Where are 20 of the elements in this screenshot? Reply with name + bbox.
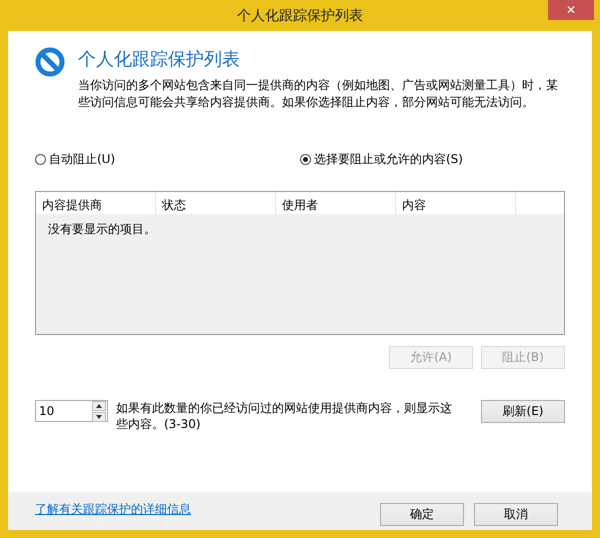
description-text: 当你访问的多个网站包含来自同一提供商的内容（例如地图、广告或网站测量工具）时，某些访问信息可能会共享给内容提供商。如果你选择阻止内容，部分网站可能无法访问。 [78, 77, 559, 111]
radio-button[interactable] [35, 154, 46, 165]
empty-message: 没有要显示的项目。 [47, 221, 157, 238]
radio-button[interactable] [300, 154, 311, 165]
column-header[interactable]: 内容提供商 [36, 192, 156, 214]
column-header[interactable]: 使用者 [276, 192, 396, 214]
radio-label[interactable]: 选择要阻止或允许的内容(S) [314, 151, 463, 168]
close-button[interactable]: ✕ [548, 0, 594, 20]
threshold-label: 如果有此数量的你已经访问过的网站使用提供商内容，则显示这些内容。(3-30) [116, 400, 453, 432]
dialog-heading: 个人化跟踪保护列表 [78, 48, 241, 71]
radio-label[interactable]: 自动阻止(U) [49, 151, 116, 168]
dialog-button[interactable]: 取消 [474, 502, 558, 526]
blocked-icon [35, 47, 65, 77]
dialog-button[interactable]: 确定 [380, 502, 464, 526]
refresh-button[interactable]: 刷新(E) [481, 400, 565, 423]
help-link[interactable]: 了解有关跟踪保护的详细信息 [35, 500, 191, 518]
column-header[interactable]: 内容 [396, 192, 516, 214]
number-spinner[interactable]: 10 [35, 400, 108, 422]
column-header[interactable]: 状态 [156, 192, 276, 214]
window-title: 个人化跟踪保护列表 [237, 6, 363, 24]
